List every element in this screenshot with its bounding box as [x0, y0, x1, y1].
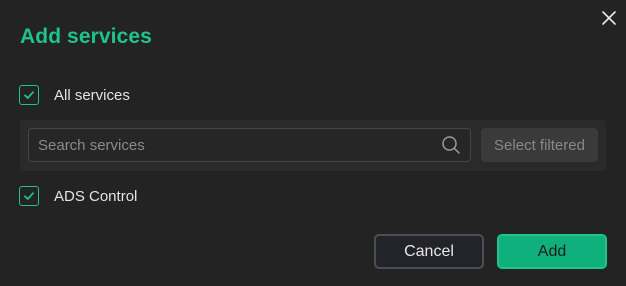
close-icon [600, 9, 618, 27]
search-panel: Select filtered [20, 120, 606, 171]
dialog-title: Add services [20, 25, 152, 48]
checkmark-icon [23, 190, 35, 202]
search-box [28, 128, 471, 162]
all-services-row: All services [19, 85, 130, 105]
checkmark-icon [23, 89, 35, 101]
add-button[interactable]: Add [497, 234, 607, 269]
ads-control-checkbox[interactable] [19, 186, 39, 206]
add-services-dialog: Add services All services Select filtere… [0, 0, 626, 286]
ads-control-label: ADS Control [54, 187, 138, 205]
service-row-ads-control: ADS Control [19, 186, 137, 206]
all-services-label: All services [54, 86, 130, 104]
cancel-button[interactable]: Cancel [374, 234, 484, 269]
search-icon[interactable] [441, 135, 461, 155]
close-button[interactable] [600, 9, 618, 27]
search-input[interactable] [29, 129, 441, 161]
all-services-checkbox[interactable] [19, 85, 39, 105]
select-filtered-button[interactable]: Select filtered [481, 128, 598, 162]
